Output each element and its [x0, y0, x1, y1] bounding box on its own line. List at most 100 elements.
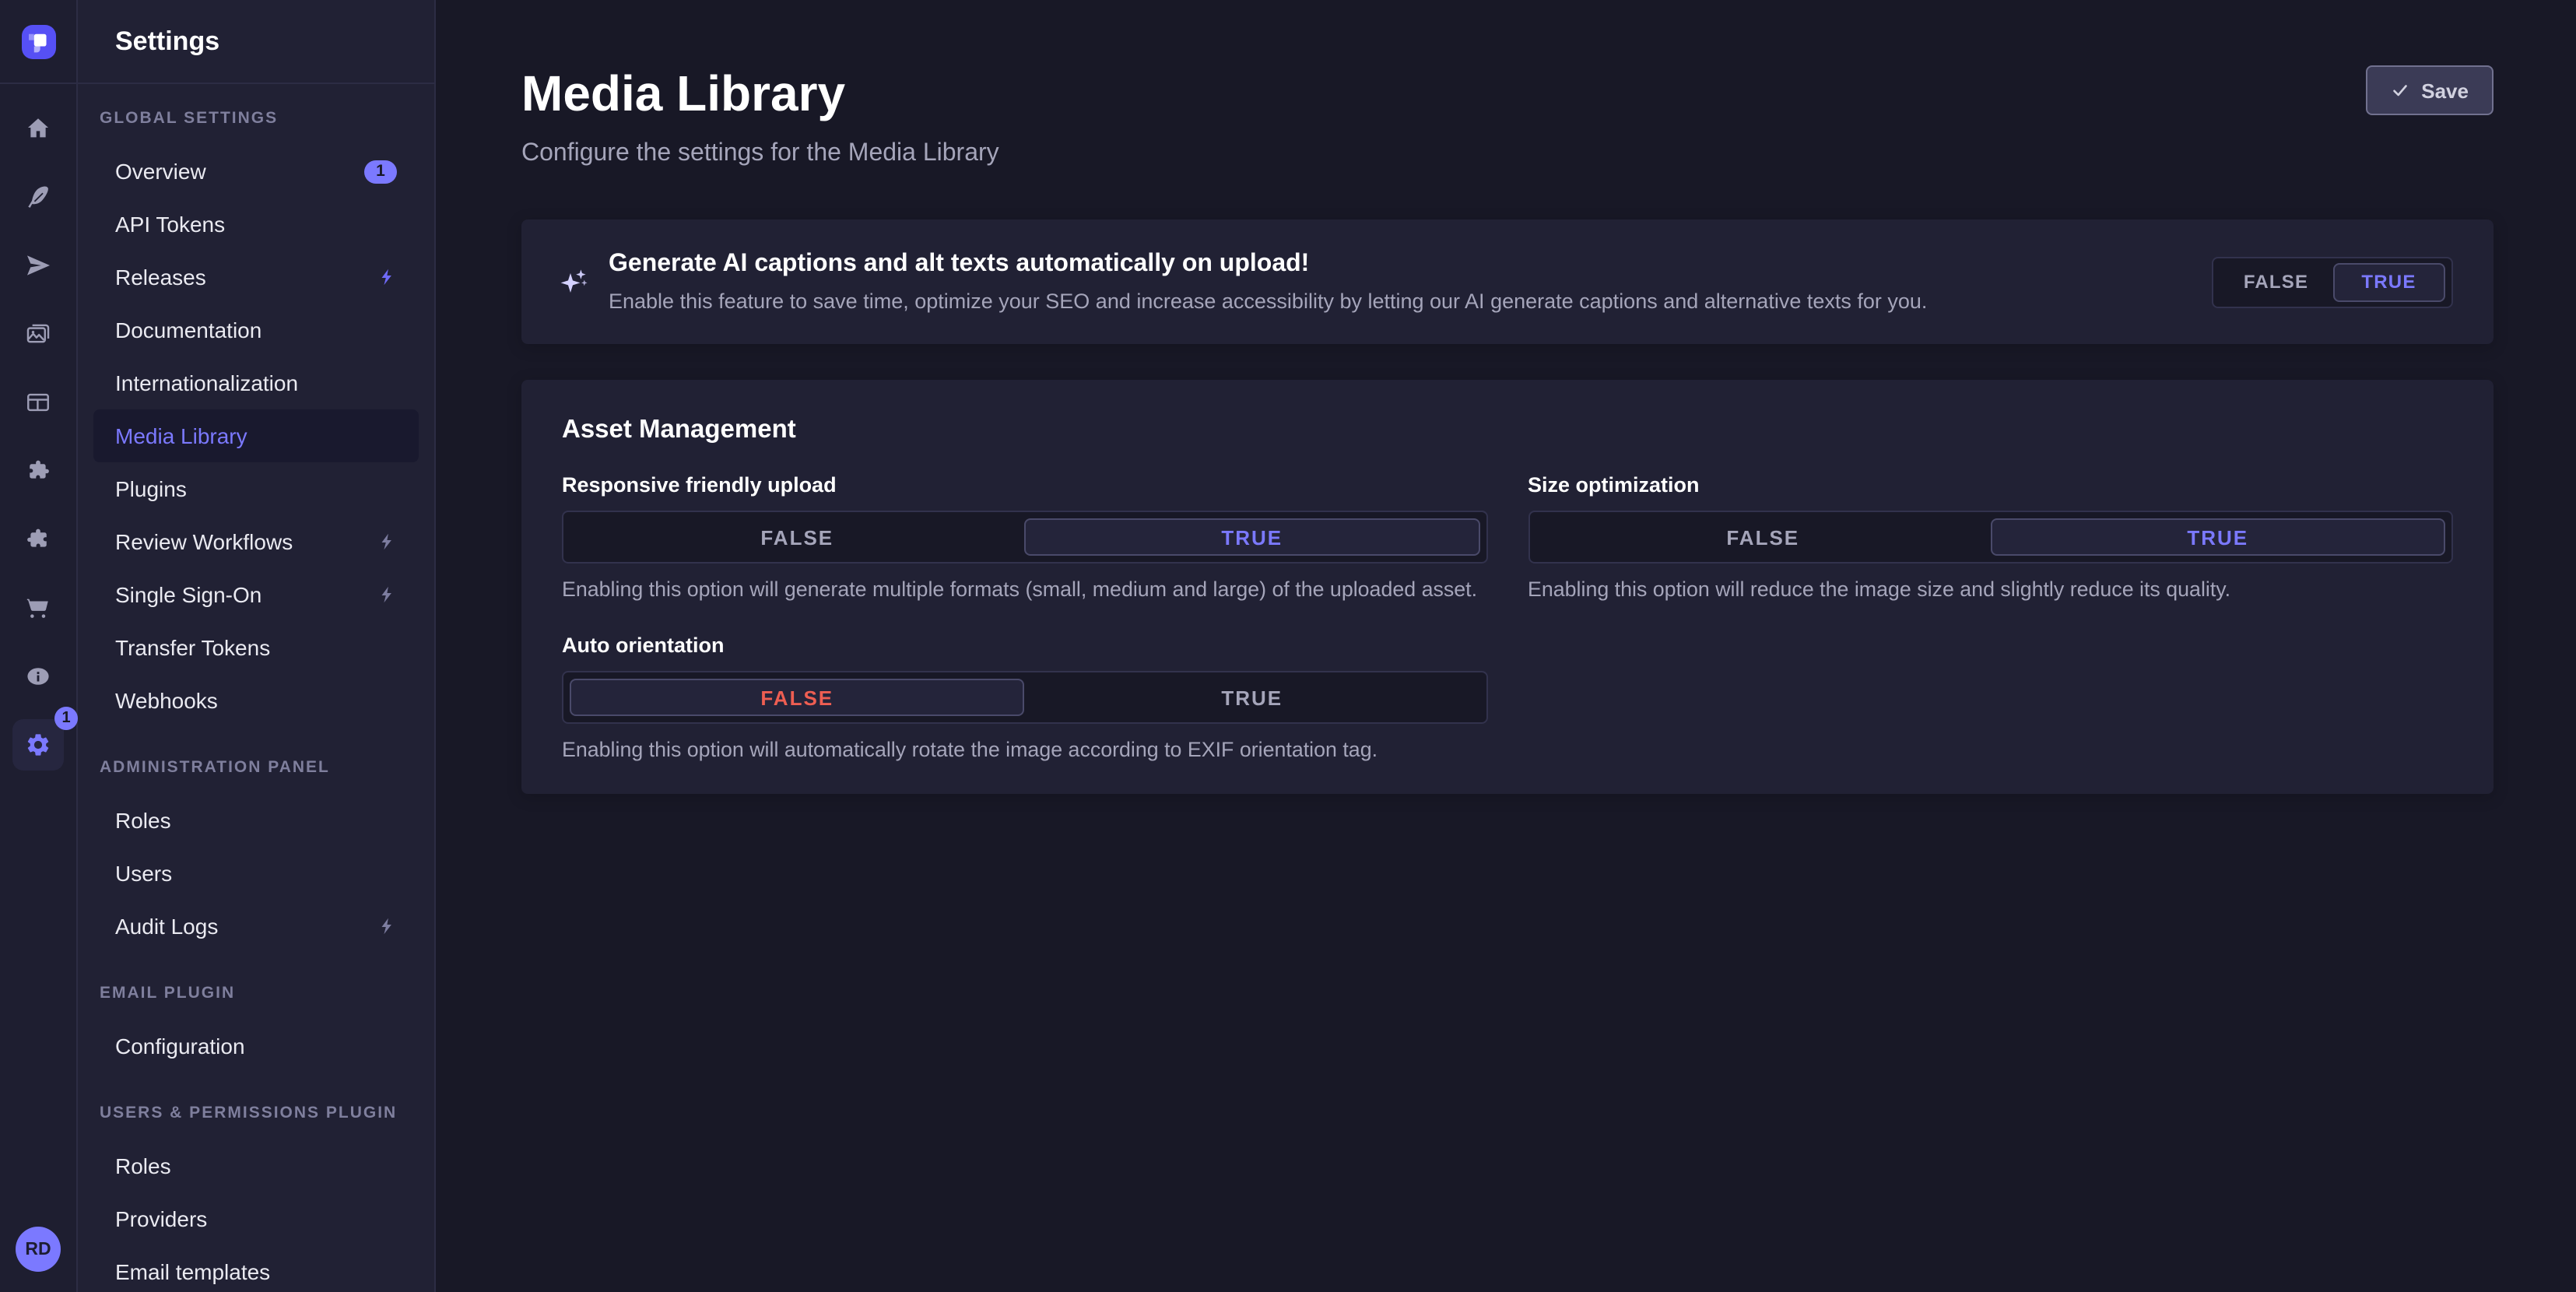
field-responsive-friendly-upload: Responsive friendly upload FALSETRUE Enabl… — [562, 473, 1487, 602]
rail-item-releases-icon[interactable] — [0, 230, 77, 299]
sidebar-item-api-tokens[interactable]: API Tokens — [93, 198, 419, 251]
nav-section-label: ADMINISTRATION PANEL — [100, 755, 412, 780]
field-auto-orientation: Auto orientation FALSETRUE Enabling this o… — [562, 634, 1487, 763]
settings-icon: 1 — [12, 718, 64, 770]
sidebar-item-label: Releases — [115, 265, 206, 290]
field-hint: Enabling this option will automatically … — [562, 736, 1487, 763]
sidebar-item-label: Overview — [115, 159, 206, 184]
auto-orientation-true-option[interactable]: TRUE — [1025, 679, 1480, 716]
plugins-icon — [25, 457, 51, 483]
nav-section: EMAIL PLUGINConfiguration — [93, 981, 419, 1073]
ai-captions-true-option[interactable]: TRUE — [2332, 262, 2445, 301]
responsive-friendly-upload-toggle: FALSETRUE — [562, 511, 1487, 563]
user-avatar[interactable]: RD — [16, 1227, 61, 1272]
rail-item-content-type-builder-icon[interactable] — [0, 367, 77, 436]
sidebar-item-label: Documentation — [115, 318, 261, 342]
sidebar-item-webhooks[interactable]: Webhooks — [93, 674, 419, 727]
sidebar-item-internationalization[interactable]: Internationalization — [93, 356, 419, 409]
logo-area — [0, 0, 76, 84]
rail-item-content-manager-icon[interactable] — [0, 162, 77, 230]
sidebar-item-plugins[interactable]: Plugins — [93, 462, 419, 515]
card-grid: Responsive friendly uploadFALSETRUEEnabl… — [562, 473, 2453, 763]
sidebar-item-label: Transfer Tokens — [115, 635, 270, 660]
main-content: Media Library Configure the settings for… — [436, 0, 2576, 1292]
field-hint: Enabling this option will reduce the ima… — [1528, 576, 2453, 602]
sidebar-item-single-sign-on[interactable]: Single Sign-On — [93, 568, 419, 621]
releases-icon — [25, 251, 51, 278]
strapi-logo-icon[interactable] — [21, 24, 55, 58]
banner-description: Enable this feature to save time, optimi… — [609, 288, 2181, 314]
notification-badge: 1 — [54, 706, 78, 729]
sidebar-item-label: Internationalization — [115, 370, 298, 395]
sidebar-item-roles[interactable]: Roles — [93, 794, 419, 847]
nav-section-label: USERS & PERMISSIONS PLUGIN — [100, 1101, 412, 1125]
sidebar-item-label: Media Library — [115, 423, 247, 448]
sidebar-item-label: Users — [115, 861, 172, 886]
rail-icon-list: 1 — [0, 84, 76, 778]
sidebar-item-label: API Tokens — [115, 212, 225, 237]
sidebar-item-email-templates[interactable]: Email templates — [93, 1245, 419, 1292]
nav-section: USERS & PERMISSIONS PLUGIN Roles Providers… — [93, 1101, 419, 1292]
sidebar-nav: GLOBAL SETTINGSOverview1API TokensReleas… — [78, 84, 434, 1292]
sidebar-item-transfer-tokens[interactable]: Transfer Tokens — [93, 621, 419, 674]
save-button[interactable]: Save — [2365, 65, 2494, 115]
ai-captions-false-option[interactable]: FALSE — [2220, 262, 2332, 301]
asset-management-card: Asset Management Responsive friendly upl… — [521, 380, 2494, 794]
sidebar-item-providers[interactable]: Providers — [93, 1192, 419, 1245]
sidebar-header: Settings — [78, 0, 434, 84]
size-optimization-toggle: FALSETRUE — [1528, 511, 2453, 563]
rail-item-purchase-icon[interactable] — [0, 573, 77, 641]
sidebar-item-label: Providers — [115, 1206, 207, 1231]
page-title: Media Library — [521, 65, 999, 121]
sidebar-item-documentation[interactable]: Documentation — [93, 304, 419, 356]
auto-orientation-false-option[interactable]: FALSE — [570, 679, 1025, 716]
rail-item-marketplace-icon[interactable] — [0, 504, 77, 573]
content-type-builder-icon — [25, 388, 51, 415]
sidebar-item-overview[interactable]: Overview 1 — [93, 145, 419, 198]
sidebar-item-users[interactable]: Users — [93, 847, 419, 900]
sidebar-item-label: Audit Logs — [115, 914, 218, 939]
lightning-icon — [378, 268, 397, 286]
responsive-friendly-upload-true-option[interactable]: TRUE — [1025, 518, 1480, 556]
sidebar-item-configuration[interactable]: Configuration — [93, 1020, 419, 1073]
rail-item-info-icon[interactable] — [0, 641, 77, 710]
rail-item-settings-icon[interactable]: 1 — [0, 710, 77, 778]
app-window: 1 RD Settings GLOBAL SETTINGSOverview1AP… — [0, 0, 2576, 1292]
sparkle-icon — [559, 267, 588, 297]
sidebar-item-label: Roles — [115, 1153, 171, 1178]
sidebar-item-review-workflows[interactable]: Review Workflows — [93, 515, 419, 568]
size-optimization-false-option[interactable]: FALSE — [1535, 518, 1991, 556]
sidebar-item-roles[interactable]: Roles — [93, 1139, 419, 1192]
rail-item-home-icon[interactable] — [0, 93, 77, 162]
sidebar-item-label: Single Sign-On — [115, 582, 261, 607]
check-icon — [2390, 81, 2409, 100]
sidebar-item-releases[interactable]: Releases — [93, 251, 419, 304]
sidebar-item-media-library[interactable]: Media Library — [93, 409, 419, 462]
field-label: Responsive friendly upload — [562, 473, 1487, 498]
save-button-label: Save — [2421, 79, 2469, 102]
settings-sidebar: Settings GLOBAL SETTINGSOverview1API Tok… — [78, 0, 436, 1292]
lightning-icon — [378, 917, 397, 936]
field-size-optimization: Size optimization FALSETRUE Enabling this … — [1528, 473, 2453, 602]
rail-item-media-library-icon[interactable] — [0, 299, 77, 367]
content-manager-icon — [25, 183, 51, 209]
size-optimization-true-option[interactable]: TRUE — [1991, 518, 2446, 556]
info-icon — [25, 662, 51, 689]
nav-section: GLOBAL SETTINGSOverview1API TokensReleas… — [93, 106, 419, 727]
sidebar-item-label: Webhooks — [115, 688, 218, 713]
count-badge: 1 — [364, 160, 397, 183]
ai-captions-banner: Generate AI captions and alt texts autom… — [521, 219, 2494, 344]
media-library-icon — [25, 320, 51, 346]
page-subtitle: Configure the settings for the Media Lib… — [521, 137, 999, 171]
rail-item-plugins-icon[interactable] — [0, 436, 77, 504]
responsive-friendly-upload-false-option[interactable]: FALSE — [570, 518, 1025, 556]
ai-captions-toggle: FALSETRUE — [2212, 256, 2453, 307]
field-label: Size optimization — [1528, 473, 2453, 498]
sidebar-item-label: Review Workflows — [115, 529, 293, 554]
page-title-block: Media Library Configure the settings for… — [521, 65, 999, 171]
field-hint: Enabling this option will generate multi… — [562, 576, 1487, 602]
field-label: Auto orientation — [562, 634, 1487, 658]
sidebar-item-audit-logs[interactable]: Audit Logs — [93, 900, 419, 953]
nav-section: ADMINISTRATION PANEL Roles Users Audit Logs — [93, 755, 419, 953]
marketplace-icon — [25, 525, 51, 552]
